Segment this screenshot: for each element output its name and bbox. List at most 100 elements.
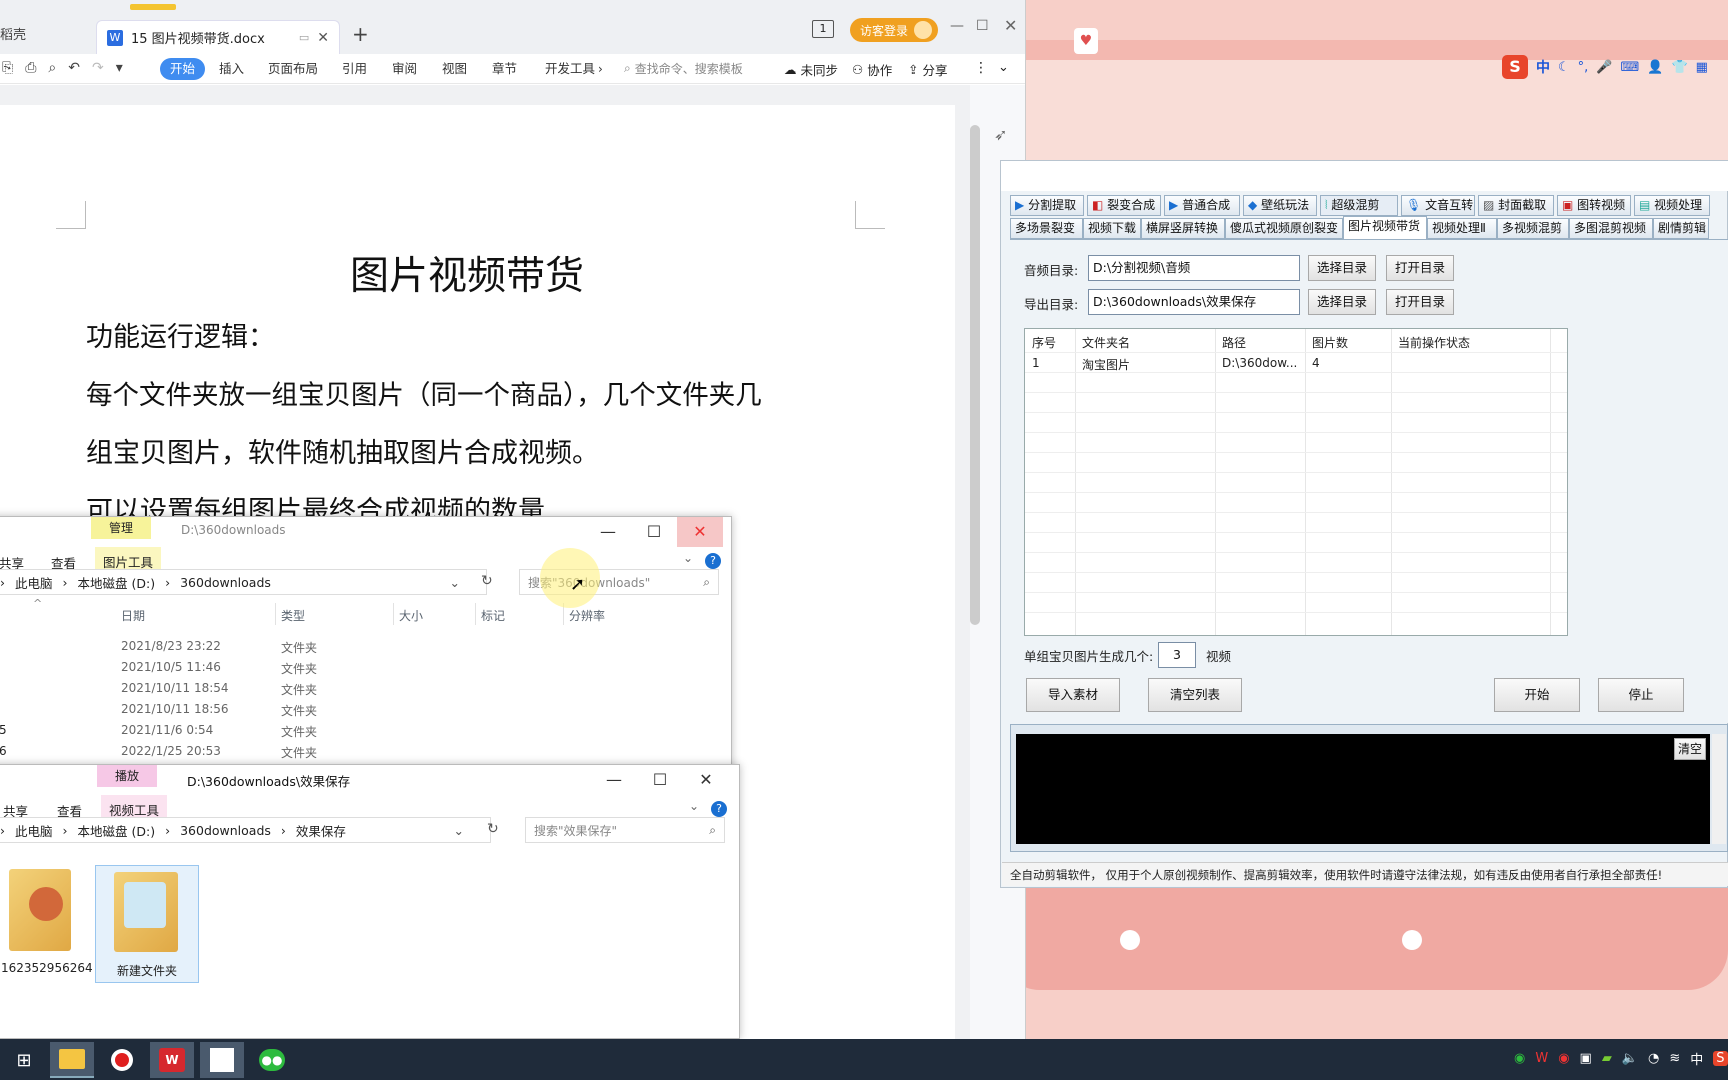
export-select-dir-button[interactable]: 选择目录 (1308, 289, 1376, 315)
clear-log-button[interactable]: 清空 (1674, 738, 1706, 760)
keyboard-icon[interactable]: ⌨ (1620, 60, 1639, 75)
wps-taskbar-icon[interactable]: W (150, 1042, 194, 1078)
task-grid[interactable]: 序号 文件夹名 路径 图片数 当前操作状态 1 淘宝图片 D:\360dow..… (1024, 328, 1568, 636)
guest-login-button[interactable]: 访客登录 (850, 18, 939, 42)
column-header-resolution[interactable]: 分辨率 (569, 607, 605, 624)
ribbon-tab-chapter[interactable]: 章节 (492, 58, 517, 80)
breadcrumb-this-pc[interactable]: 此电脑 (15, 821, 53, 840)
sync-status[interactable]: ☁ 未同步 (784, 60, 838, 79)
punctuation-icon[interactable]: °, (1578, 60, 1589, 75)
tab-wallpaper[interactable]: ◆ 壁纸玩法 (1243, 195, 1317, 216)
print-preview-icon[interactable]: ⌕ (48, 60, 56, 76)
record-tray-icon[interactable]: ◉ (1558, 1051, 1569, 1066)
wifi-icon[interactable]: ≋ (1669, 1051, 1680, 1066)
minimize-icon[interactable]: — (950, 18, 964, 34)
close-icon[interactable]: ✕ (1004, 16, 1017, 35)
address-bar[interactable]: › 此电脑 › 本地磁盘 (D:) › 360downloads ⌄ (0, 569, 487, 595)
breadcrumb-folder[interactable]: 360downloads (180, 575, 271, 590)
ribbon-more-icon[interactable]: › (598, 62, 603, 76)
command-search[interactable]: ⌕ 查找命令、搜索模板 (624, 60, 743, 77)
maximize-icon[interactable]: ☐ (637, 765, 683, 795)
column-header-date[interactable]: 日期 (121, 607, 145, 624)
tab-story-edit[interactable]: 剧情剪辑 (1653, 218, 1709, 239)
audio-dir-field[interactable]: D:\分割视频\音频 (1088, 255, 1300, 281)
export-dir-field[interactable]: D:\360downloads\效果保存 (1088, 289, 1300, 315)
breadcrumb-this-pc[interactable]: 此电脑 (15, 573, 53, 592)
expand-ribbon-icon[interactable]: ⌄ (683, 551, 693, 565)
share-button[interactable]: ⇪ 分享 (908, 60, 948, 79)
import-material-button[interactable]: 导入素材 (1026, 678, 1120, 712)
breadcrumb-subfolder[interactable]: 效果保存 (296, 821, 346, 840)
tab-video-process[interactable]: ▤ 视频处理 (1634, 195, 1710, 216)
new-tab-plus-icon[interactable]: + (352, 22, 369, 46)
collapse-ribbon-icon[interactable]: ⌄ (998, 60, 1009, 75)
ribbon-tab-layout[interactable]: 页面布局 (268, 58, 318, 80)
tab-multi-image-mix[interactable]: 多图混剪视频 (1569, 218, 1653, 239)
ribbon-tab-review[interactable]: 审阅 (392, 58, 417, 80)
breadcrumb-folder[interactable]: 360downloads (180, 823, 271, 838)
quick-access-dropdown-icon[interactable]: ▾ (116, 60, 123, 76)
ribbon-tab-reference[interactable]: 引用 (342, 58, 367, 80)
task-view-icon[interactable]: ⊞ (2, 1042, 46, 1078)
grid-menu-icon[interactable]: ▦ (1696, 60, 1708, 75)
more-menu-icon[interactable]: ⋮ (974, 60, 988, 76)
close-icon[interactable]: ✕ (683, 765, 729, 795)
tab-daoke[interactable]: 稻壳 (0, 24, 26, 43)
refresh-icon[interactable]: ↻ (487, 821, 499, 837)
redo-icon[interactable]: ↷ (92, 60, 104, 76)
refresh-icon[interactable]: ↻ (481, 573, 493, 589)
grid-header-index[interactable]: 序号 (1032, 334, 1056, 351)
tab-monitor-icon[interactable]: ▭ (299, 31, 309, 44)
context-tab-play[interactable]: 播放 (97, 765, 158, 787)
sound-icon[interactable]: 🔈 (1622, 1051, 1638, 1066)
table-row[interactable]: 2021/10/11 18:56 文件夹 (0, 702, 711, 722)
search-input[interactable]: 搜索"效果保存" ⌕ (525, 817, 725, 843)
rocket-icon[interactable]: ➶ (994, 125, 1007, 144)
network-icon[interactable]: ◔ (1648, 1051, 1659, 1066)
ime-lang[interactable]: 中 (1536, 57, 1550, 77)
tab-super-mix[interactable]: ⦚ 超级混剪 (1320, 195, 1398, 216)
tab-video-download[interactable]: 视频下载 (1083, 218, 1141, 239)
tab-image-video-sales[interactable]: 图片视频带货 (1343, 216, 1427, 240)
file-explorer-taskbar-icon[interactable] (50, 1042, 94, 1078)
user-icon[interactable]: 👤 (1647, 60, 1663, 75)
column-header-tag[interactable]: 标记 (481, 607, 505, 624)
tab-split-extract[interactable]: ▶ 分割提取 (1010, 195, 1084, 216)
tab-original-fission[interactable]: 傻瓜式视频原创裂变 (1225, 218, 1343, 239)
grid-row[interactable]: 1 淘宝图片 D:\360dow... 4 (1025, 353, 1567, 372)
breadcrumb-drive[interactable]: 本地磁盘 (D:) (78, 573, 156, 592)
export-open-dir-button[interactable]: 打开目录 (1386, 289, 1454, 315)
grid-header-status[interactable]: 当前操作状态 (1398, 334, 1470, 351)
app-tray-icon[interactable]: ▣ (1580, 1051, 1592, 1066)
folder-item[interactable]: 162352956264 (1, 869, 93, 987)
log-scrollbar[interactable] (1712, 734, 1726, 844)
tab-fission[interactable]: ◧ 裂变合成 (1087, 195, 1161, 216)
wps-tray-icon[interactable]: W (1535, 1051, 1548, 1066)
sogou-tray-icon[interactable]: S (1713, 1051, 1728, 1066)
expand-ribbon-icon[interactable]: ⌄ (689, 799, 699, 813)
minimize-icon[interactable]: — (591, 765, 637, 795)
audio-select-dir-button[interactable]: 选择目录 (1308, 255, 1376, 281)
table-row[interactable]: 5 2021/11/6 0:54 文件夹 (0, 723, 711, 743)
print-icon[interactable]: ⎙ (25, 60, 36, 76)
close-tab-icon[interactable]: ✕ (317, 30, 329, 46)
grid-header-count[interactable]: 图片数 (1312, 334, 1348, 351)
blank-app-taskbar-icon[interactable] (200, 1042, 244, 1078)
recorder-taskbar-icon[interactable] (100, 1042, 144, 1078)
clear-list-button[interactable]: 清空列表 (1148, 678, 1242, 712)
tab-multi-scene[interactable]: 多场景裂变 (1010, 218, 1083, 239)
table-row[interactable]: 2021/10/11 18:54 文件夹 (0, 681, 711, 701)
folder-item-selected[interactable]: 新建文件夹 (95, 865, 199, 983)
skin-icon[interactable]: 👕 (1671, 60, 1687, 75)
generate-count-input[interactable]: 3 (1158, 642, 1196, 668)
column-header-type[interactable]: 类型 (281, 607, 305, 624)
table-row[interactable]: 2021/8/23 23:22 文件夹 (0, 639, 711, 659)
stop-button[interactable]: 停止 (1598, 678, 1684, 712)
tab-video-process-2[interactable]: 视频处理Ⅱ (1427, 218, 1497, 239)
start-button[interactable]: 开始 (1494, 678, 1580, 712)
help-icon[interactable]: ? (705, 553, 721, 569)
page-badge[interactable]: 1 (812, 20, 834, 38)
maximize-icon[interactable]: ☐ (631, 517, 677, 547)
ribbon-tab-developer[interactable]: 开发工具 (545, 58, 595, 80)
save-icon[interactable]: ⎘ (2, 60, 13, 76)
